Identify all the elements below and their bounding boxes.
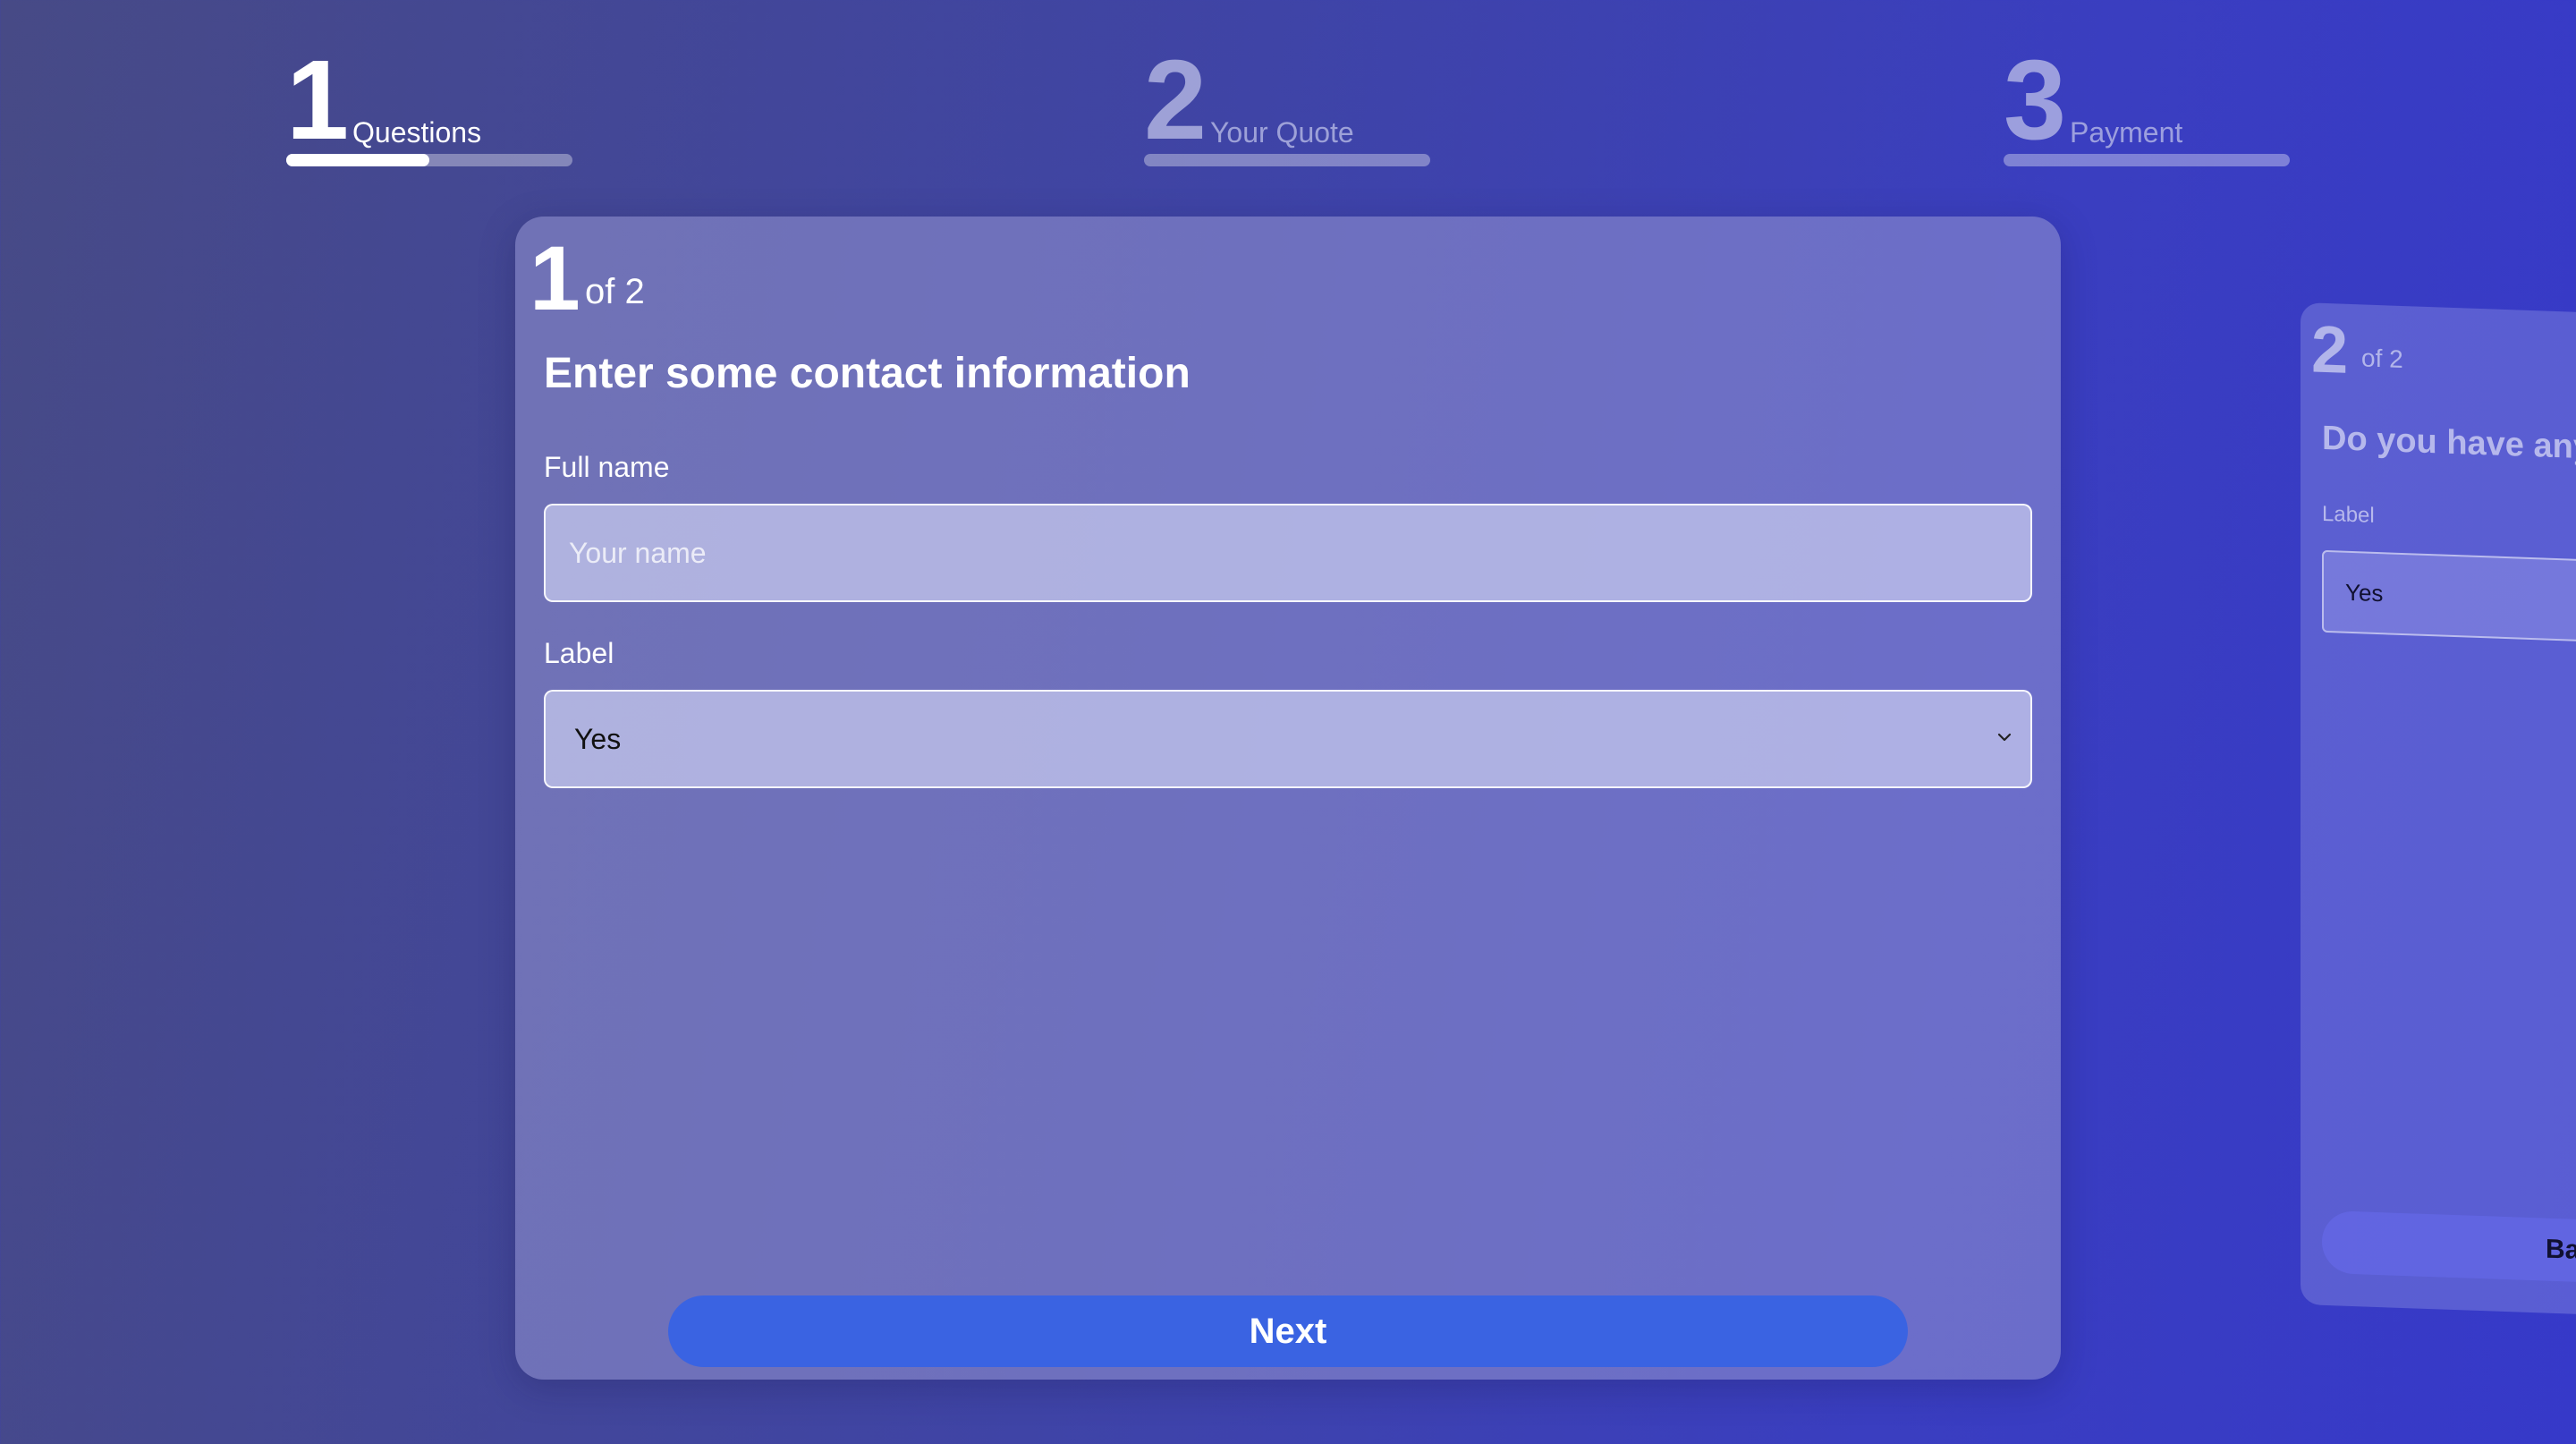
question-count: of 2: [2361, 344, 2403, 374]
question-count: of 2: [585, 272, 645, 311]
step-progress-fill: [286, 154, 429, 166]
question-title: Do you have any di: [2322, 419, 2576, 468]
step-payment[interactable]: 3 Payment: [2004, 0, 2290, 166]
next-button[interactable]: Next: [668, 1295, 1908, 1367]
question-number: 1: [530, 227, 580, 329]
answer-select[interactable]: Yes: [2322, 549, 2576, 645]
select-label: Label: [2322, 501, 2375, 528]
question-card: 1 of 2 Enter some contact information Fu…: [515, 217, 2061, 1380]
answer-select[interactable]: Yes: [544, 690, 2032, 788]
step-label: Your Quote: [1210, 116, 1354, 149]
full-name-input[interactable]: [544, 504, 2032, 602]
question-number: 2: [2311, 311, 2349, 387]
select-value: Yes: [2345, 578, 2384, 607]
chevron-down-icon: [1997, 733, 2012, 742]
step-number: 3: [2004, 37, 2067, 163]
step-number: 1: [286, 37, 350, 163]
step-questions[interactable]: 1 Questions: [286, 0, 572, 166]
step-label: Payment: [2070, 116, 2183, 149]
step-number: 2: [1144, 37, 1208, 163]
step-progress-track: [2004, 154, 2290, 166]
step-your-quote[interactable]: 2 Your Quote: [1144, 0, 1430, 166]
step-progress-track: [1144, 154, 1430, 166]
step-progress-track: [286, 154, 572, 166]
step-label: Questions: [352, 116, 482, 149]
select-value: Yes: [574, 722, 622, 755]
back-button[interactable]: Ba: [2322, 1210, 2576, 1287]
question-title: Enter some contact information: [544, 350, 1191, 397]
full-name-label: Full name: [544, 451, 670, 483]
select-label: Label: [544, 637, 614, 669]
next-question-card: 2 of 2 Do you have any di Label Yes Ba: [2301, 302, 2576, 1318]
